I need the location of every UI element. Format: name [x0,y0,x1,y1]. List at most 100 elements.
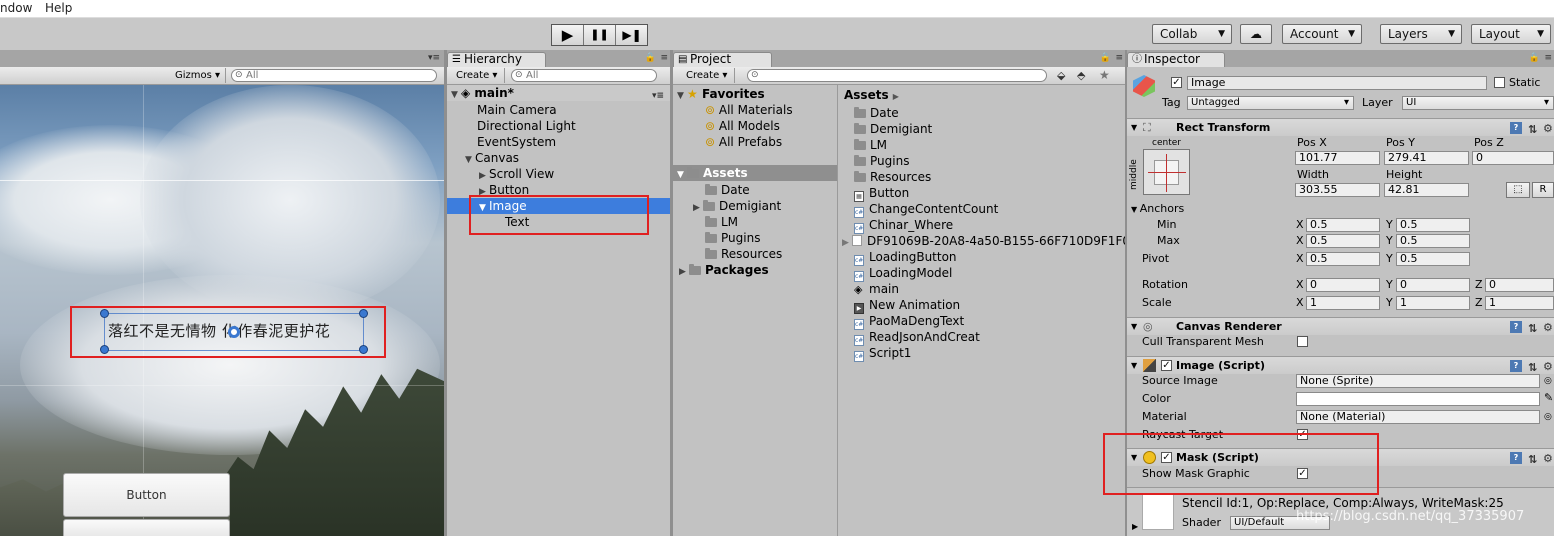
scene-ui-button[interactable]: Button [63,473,230,517]
packages-root[interactable]: ▶ Packages [679,262,769,278]
tree-folder[interactable]: LM [705,214,738,230]
assets-root[interactable]: ▼ Assets [673,165,837,181]
canvas-renderer-header[interactable]: ▼ ◎ Canvas Renderer ? ⇅ ⚙ [1127,317,1554,335]
lock-icon[interactable]: 🔒 [1529,53,1540,63]
color-field[interactable] [1296,392,1540,406]
tab-project[interactable]: ▤ Project [673,52,772,67]
panel-menu-icon[interactable]: ▾≡ [428,53,440,63]
menu-window[interactable]: ndow [0,1,32,15]
gear-icon[interactable]: ⚙ [1543,450,1553,467]
asset-script[interactable]: c# LoadingButton [854,249,957,266]
asset-script[interactable]: c# Script1 [854,345,911,362]
component-settings-icon[interactable]: ⇅ [1528,121,1537,138]
pivot-x-input[interactable]: 0.5 [1306,252,1380,266]
anchor-max-x-input[interactable]: 0.5 [1306,234,1380,248]
scene-ui-button-partial[interactable] [63,519,230,536]
asset-folder[interactable]: Date [854,105,899,121]
favorite-item[interactable]: ⊚ All Models [705,118,780,134]
rotation-x-input[interactable]: 0 [1306,278,1380,292]
object-picker-icon[interactable]: ◎ [1544,374,1552,388]
hierarchy-create-dropdown[interactable]: Create ▾ [451,68,505,83]
gear-icon[interactable]: ⚙ [1543,120,1553,137]
expand-arrow-icon[interactable]: ▶ [693,200,703,216]
help-book-icon[interactable]: ? [1510,122,1522,134]
lock-icon[interactable]: 🔒 [645,53,656,63]
asset-folder[interactable]: Pugins [854,153,909,169]
eyedropper-icon[interactable]: ✎ [1544,391,1553,405]
account-button[interactable]: Account ▼ [1282,24,1362,44]
gameobject-name-input[interactable]: Image [1187,76,1487,90]
scale-y-input[interactable]: 1 [1396,296,1470,310]
panel-menu-icon[interactable]: ≡ [1115,53,1123,63]
help-book-icon[interactable]: ? [1510,321,1522,333]
scene-header-row[interactable]: ▼ ◈ main* ▾≡ [447,85,670,101]
pause-icon[interactable]: ❚❚ [584,25,616,45]
tree-folder[interactable]: Resources [705,246,782,262]
asset-script[interactable]: c# ReadJsonAndCreat [854,329,980,346]
layout-button[interactable]: Layout ▼ [1471,24,1551,44]
material-field[interactable]: None (Material) [1296,410,1540,424]
anchor-presets-button[interactable] [1143,149,1190,195]
asset-animation[interactable]: ▶ New Animation [854,297,960,314]
filter-type-icon[interactable]: ⬙ [1057,69,1065,82]
scene-search-input[interactable]: ⊙ All [231,69,437,82]
layers-button[interactable]: Layers ▼ [1380,24,1462,44]
cloud-icon[interactable]: ☁ [1240,24,1272,44]
expand-arrow-icon[interactable]: ▶ [1132,520,1138,534]
gizmos-dropdown[interactable]: Gizmos ▾ [170,68,226,83]
menu-help[interactable]: Help [45,1,72,15]
tag-dropdown[interactable]: Untagged ▾ [1187,96,1354,110]
asset-folder[interactable]: Demigiant [854,121,932,137]
tab-inspector[interactable]: ⓘ Inspector [1127,52,1225,67]
image-script-header[interactable]: ▼ ✓ Image (Script) ? ⇅ ⚙ [1127,356,1554,374]
tree-folder[interactable]: ▶ Demigiant [693,198,781,214]
favorite-item[interactable]: ⊚ All Prefabs [705,134,782,150]
collab-button[interactable]: Collab ▼ [1152,24,1232,44]
anchors-foldout[interactable]: ▼ Anchors [1131,202,1184,217]
asset-script[interactable]: c# ChangeContentCount [854,201,998,218]
anchor-min-x-input[interactable]: 0.5 [1306,218,1380,232]
pivot-y-input[interactable]: 0.5 [1396,252,1470,266]
filter-label-icon[interactable]: ⬘ [1077,69,1085,82]
asset-folder[interactable]: LM [854,137,887,153]
hierarchy-search-input[interactable]: ⊙ All [511,69,657,82]
hierarchy-item-scroll-view[interactable]: ▶ Scroll View [479,166,554,182]
asset-prefab[interactable]: ▦ Button [854,185,909,202]
rect-transform-header[interactable]: ▼ ⛶ Rect Transform ? ⇅ ⚙ [1127,118,1554,136]
asset-file[interactable]: ▶ DF91069B-20A8-4a50-B155-66F710D9F1F0 [842,233,1125,249]
favorites-header[interactable]: ▼ ★ Favorites [677,86,765,102]
anchor-max-y-input[interactable]: 0.5 [1396,234,1470,248]
tab-hierarchy[interactable]: ☰ Hierarchy [447,52,546,67]
tree-folder[interactable]: Date [705,182,750,198]
hierarchy-item[interactable]: EventSystem [477,134,556,150]
anchor-min-y-input[interactable]: 0.5 [1396,218,1470,232]
rotation-z-input[interactable]: 0 [1485,278,1554,292]
lock-icon[interactable]: 🔒 [1100,53,1111,63]
hierarchy-item[interactable]: Main Camera [477,102,557,118]
height-input[interactable]: 42.81 [1384,183,1469,197]
favorite-item[interactable]: ⊚ All Materials [705,102,793,118]
cull-transparent-checkbox[interactable] [1297,336,1308,347]
object-picker-icon[interactable]: ◎ [1544,410,1552,424]
asset-script[interactable]: c# Chinar_Where [854,217,953,234]
expand-arrow-icon[interactable]: ▶ [842,235,852,251]
hierarchy-item[interactable]: Directional Light [477,118,576,134]
asset-script[interactable]: c# PaoMaDengText [854,313,964,330]
posx-input[interactable]: 101.77 [1295,151,1380,165]
scene-menu-icon[interactable]: ▾≡ [652,88,664,104]
static-checkbox[interactable] [1494,77,1505,88]
assets-breadcrumb[interactable]: Assets ▶ [844,87,899,103]
panel-menu-icon[interactable]: ≡ [1544,53,1552,63]
active-checkbox[interactable]: ✓ [1171,77,1182,88]
component-settings-icon[interactable]: ⇅ [1528,320,1537,337]
hierarchy-item-canvas[interactable]: ▼ Canvas [465,150,519,166]
layer-dropdown[interactable]: UI ▾ [1402,96,1554,110]
project-create-dropdown[interactable]: Create ▾ [681,68,735,83]
play-icon[interactable]: ▶ [552,25,584,45]
expand-arrow-icon[interactable]: ▼ [465,152,475,168]
help-book-icon[interactable]: ? [1510,452,1522,464]
panel-menu-icon[interactable]: ≡ [660,53,668,63]
scale-x-input[interactable]: 1 [1306,296,1380,310]
step-icon[interactable]: ▶❚ [616,25,648,45]
gear-icon[interactable]: ⚙ [1543,319,1553,336]
